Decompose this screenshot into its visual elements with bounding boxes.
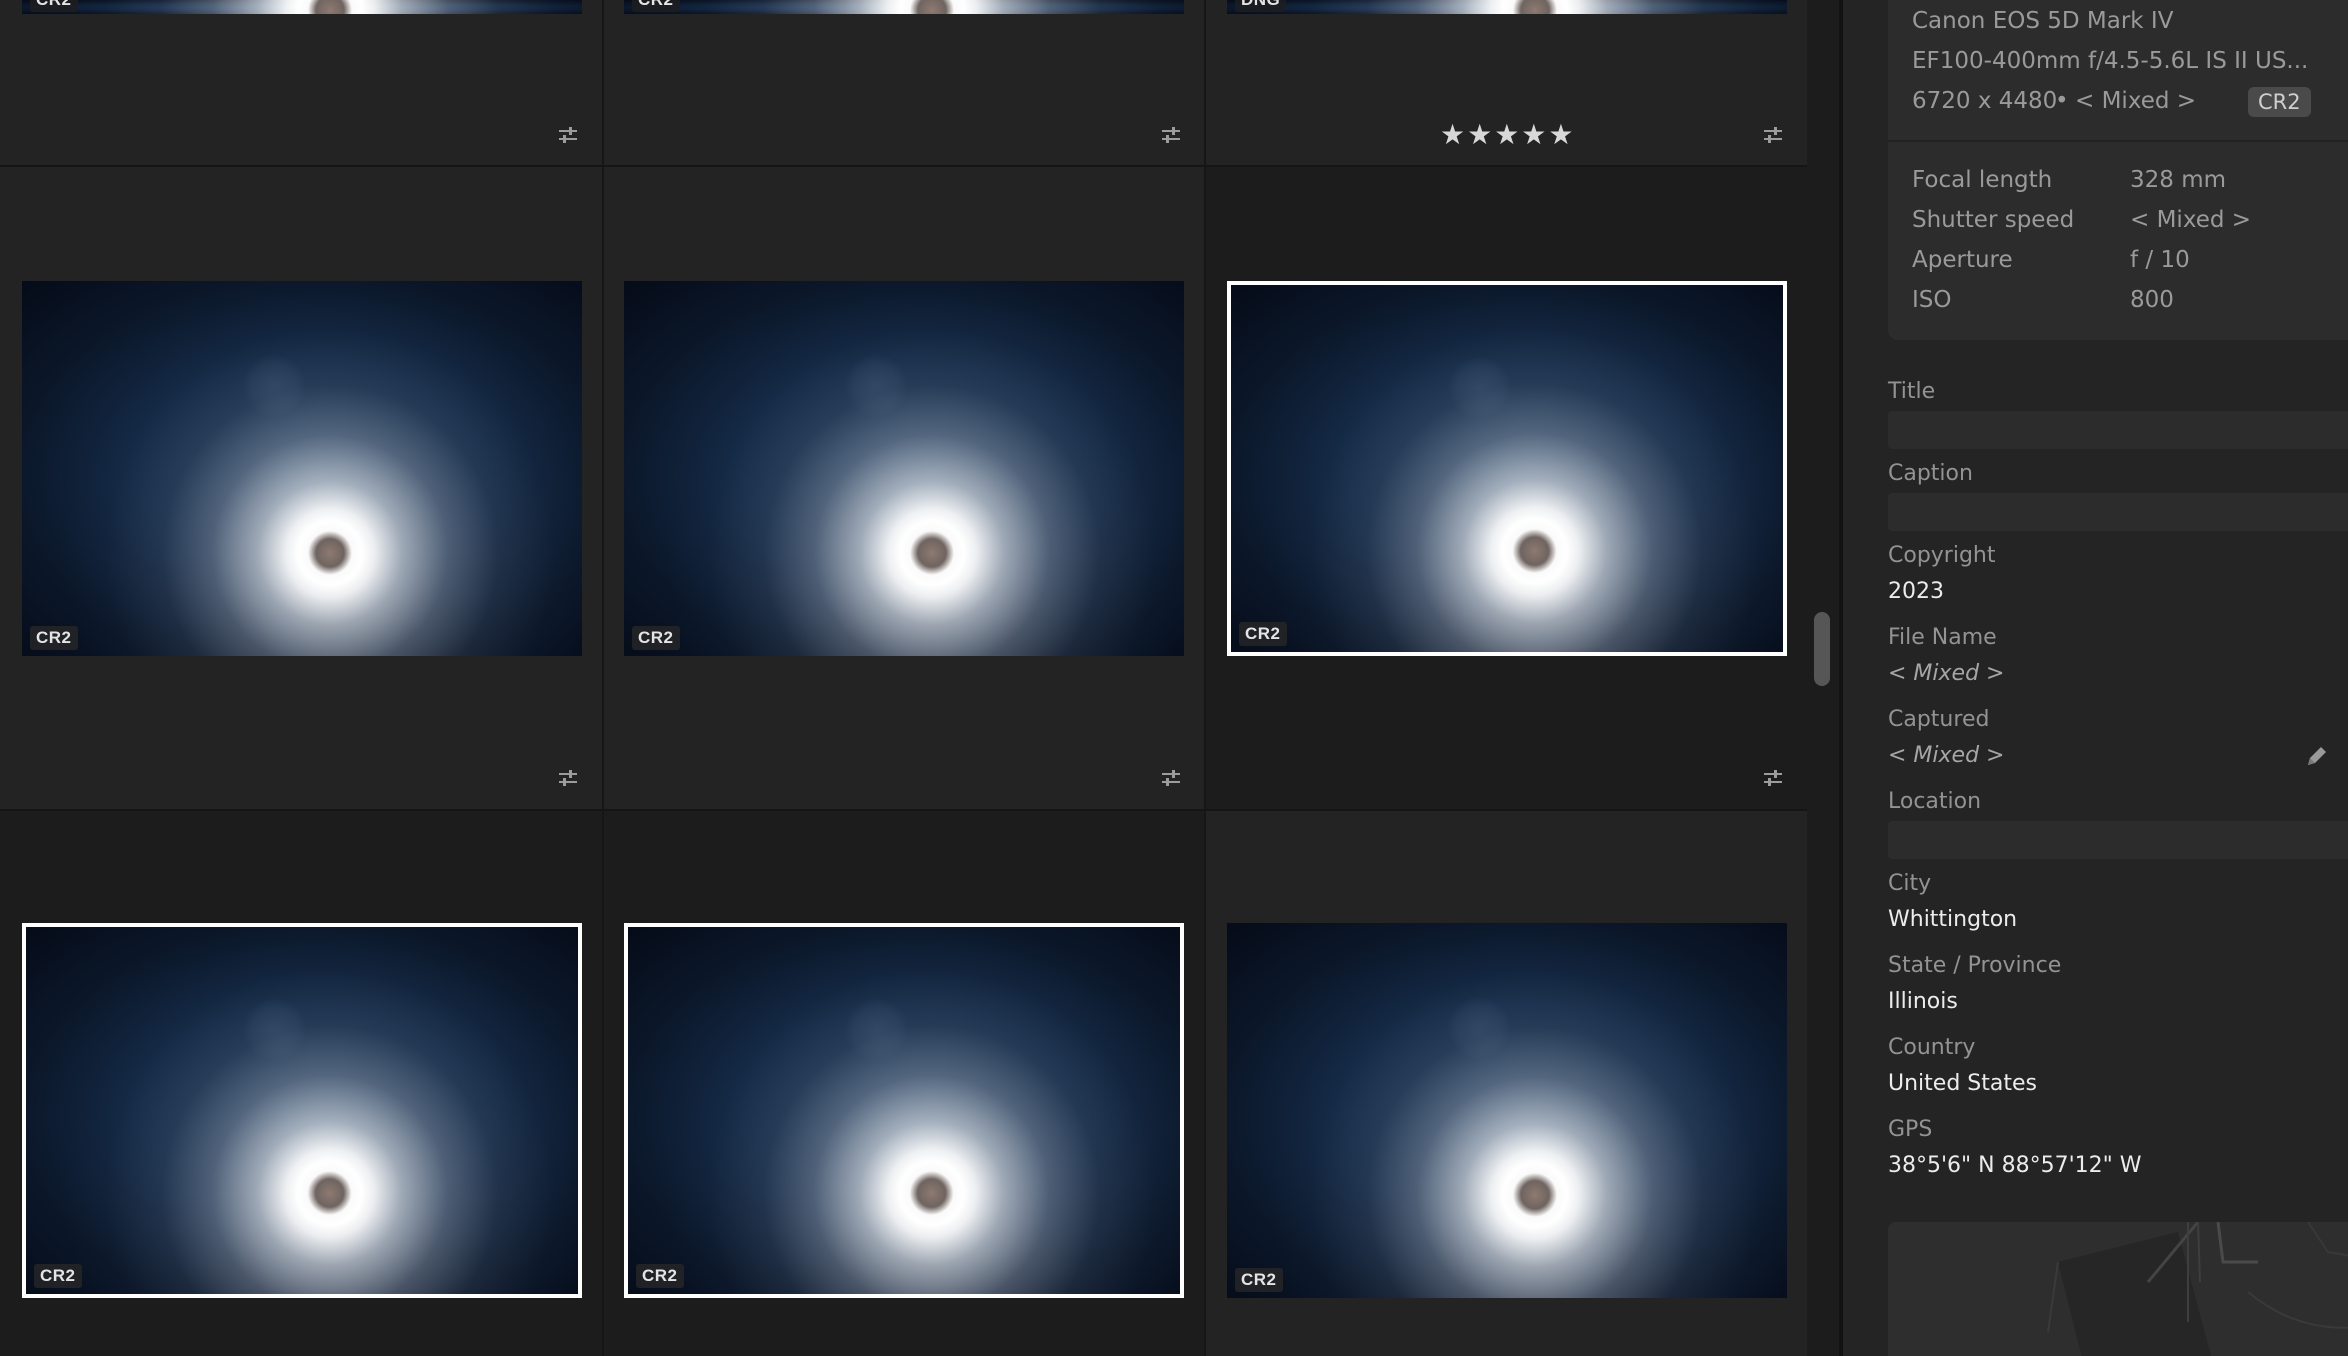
format-badge: CR2 bbox=[1239, 622, 1287, 646]
photo-thumbnail[interactable] bbox=[22, 0, 582, 14]
title-label: Title bbox=[1888, 379, 1936, 404]
location-field[interactable] bbox=[1888, 821, 2348, 859]
sliders-icon[interactable] bbox=[1161, 125, 1181, 145]
location-label: Location bbox=[1888, 789, 1982, 814]
column-divider bbox=[602, 0, 604, 1356]
photo-thumbnail[interactable]: CR2 bbox=[1227, 923, 1787, 1298]
photo-thumbnail[interactable]: CR2 bbox=[624, 281, 1184, 656]
format-badge: CR2 bbox=[636, 1264, 684, 1288]
format-badge: CR2 bbox=[2248, 87, 2311, 117]
image-dimensions: 6720 x 4480 bbox=[1912, 88, 2058, 114]
sliders-icon[interactable] bbox=[558, 125, 578, 145]
aperture-label: Aperture bbox=[1912, 247, 2013, 273]
format-badge: CR2 bbox=[632, 626, 680, 650]
format-badge: CR2 bbox=[1235, 1268, 1283, 1292]
gps-value[interactable]: 38°5'6" N 88°57'12" W bbox=[1888, 1153, 2142, 1178]
caption-label: Caption bbox=[1888, 461, 1973, 486]
title-field[interactable] bbox=[1888, 411, 2348, 449]
photo-thumbnail[interactable] bbox=[1227, 0, 1787, 14]
shutter-speed-label: Shutter speed bbox=[1912, 207, 2075, 233]
format-badge: CR2 bbox=[30, 0, 78, 12]
sliders-icon[interactable] bbox=[1763, 125, 1783, 145]
star-rating[interactable]: ★★★★★ bbox=[1440, 118, 1576, 151]
state-value[interactable]: Illinois bbox=[1888, 989, 1958, 1014]
column-divider bbox=[1204, 0, 1206, 1356]
photo-grid: CR2 CR2 DNG ★★★★★ CR2 CR2 CR2 CR2 CR2 CR… bbox=[0, 0, 1807, 1356]
file-name-label: File Name bbox=[1888, 625, 1997, 650]
camera-model: Canon EOS 5D Mark IV bbox=[1912, 8, 2174, 34]
photo-thumbnail[interactable]: CR2 bbox=[22, 281, 582, 656]
country-label: Country bbox=[1888, 1035, 1976, 1060]
sliders-icon[interactable] bbox=[558, 768, 578, 788]
country-value[interactable]: United States bbox=[1888, 1071, 2037, 1096]
copyright-value[interactable]: 2023 bbox=[1888, 579, 1944, 604]
gps-label: GPS bbox=[1888, 1117, 1933, 1142]
shutter-speed-value: < Mixed > bbox=[2130, 207, 2252, 233]
photo-thumbnail-selected[interactable]: CR2 bbox=[624, 923, 1184, 1298]
dimension-mixed: < Mixed > bbox=[2075, 88, 2197, 114]
format-badge: DNG bbox=[1235, 0, 1287, 12]
row-divider bbox=[0, 809, 1807, 811]
aperture-value: f / 10 bbox=[2130, 247, 2190, 273]
photo-thumbnail[interactable] bbox=[624, 0, 1184, 14]
iso-value: 800 bbox=[2130, 287, 2174, 313]
captured-value[interactable]: < Mixed > bbox=[1888, 743, 2004, 768]
format-badge: CR2 bbox=[632, 0, 680, 12]
city-value[interactable]: Whittington bbox=[1888, 907, 2017, 932]
format-badge: CR2 bbox=[34, 1264, 82, 1288]
app-window: CR2 CR2 DNG ★★★★★ CR2 CR2 CR2 CR2 CR2 CR… bbox=[0, 0, 2348, 1356]
exif-divider bbox=[1888, 140, 2348, 142]
info-panel: Canon EOS 5D Mark IV EF100-400mm f/4.5-5… bbox=[1843, 0, 2348, 1356]
scrollbar-thumb[interactable] bbox=[1814, 612, 1830, 686]
sliders-icon[interactable] bbox=[1161, 768, 1181, 788]
iso-label: ISO bbox=[1912, 287, 1952, 313]
file-name-value[interactable]: < Mixed > bbox=[1888, 661, 2004, 686]
lens-model: EF100-400mm f/4.5-5.6L IS II US... bbox=[1912, 48, 2309, 74]
caption-field[interactable] bbox=[1888, 493, 2348, 531]
city-label: City bbox=[1888, 871, 1932, 896]
pencil-icon[interactable] bbox=[2304, 743, 2330, 769]
map-image bbox=[1888, 1222, 2348, 1356]
format-badge: CR2 bbox=[30, 626, 78, 650]
focal-length-label: Focal length bbox=[1912, 167, 2053, 193]
focal-length-value: 328 mm bbox=[2130, 167, 2227, 193]
location-map[interactable] bbox=[1888, 1222, 2348, 1356]
state-label: State / Province bbox=[1888, 953, 2062, 978]
photo-thumbnail-selected[interactable]: CR2 bbox=[22, 923, 582, 1298]
grid-cell[interactable] bbox=[604, 0, 1204, 165]
row-divider bbox=[0, 165, 1807, 167]
grid-cell[interactable] bbox=[0, 0, 602, 165]
photo-thumbnail-selected[interactable]: CR2 bbox=[1227, 281, 1787, 656]
copyright-label: Copyright bbox=[1888, 543, 1996, 568]
dimension-separator: • bbox=[2055, 88, 2069, 114]
captured-label: Captured bbox=[1888, 707, 1990, 732]
sliders-icon[interactable] bbox=[1763, 768, 1783, 788]
